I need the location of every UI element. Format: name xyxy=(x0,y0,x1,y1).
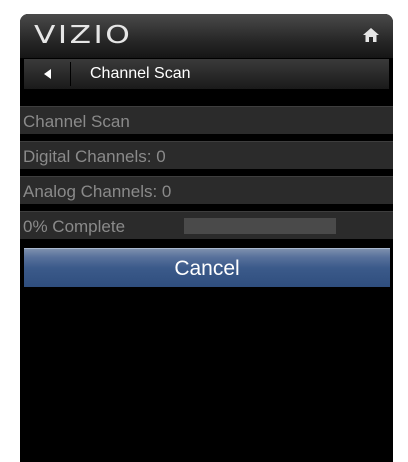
progress-bar xyxy=(184,218,336,234)
analog-channels-label: Analog Channels: 0 xyxy=(23,182,172,201)
breadcrumb-label: Channel Scan xyxy=(90,65,191,82)
header-bar: VIZIO xyxy=(20,14,393,58)
tv-menu-panel: VIZIO Channel Scan Channel Scan Digital … xyxy=(20,14,393,462)
back-button[interactable] xyxy=(24,59,70,89)
vizio-logo: VIZIO xyxy=(34,20,133,49)
cancel-label: Cancel xyxy=(174,257,240,280)
progress-row: 0% Complete xyxy=(20,211,393,239)
digital-channels-label: Digital Channels: 0 xyxy=(23,147,166,166)
breadcrumb: Channel Scan xyxy=(24,59,389,89)
breadcrumb-divider xyxy=(70,62,71,86)
progress-label: 0% Complete xyxy=(23,217,126,236)
back-arrow-icon xyxy=(44,69,51,79)
scan-title: Channel Scan xyxy=(23,112,130,131)
digital-channels-row: Digital Channels: 0 xyxy=(20,141,393,169)
analog-channels-row: Analog Channels: 0 xyxy=(20,176,393,204)
cancel-button[interactable]: Cancel xyxy=(24,248,390,287)
home-icon[interactable] xyxy=(363,28,379,42)
scan-title-row: Channel Scan xyxy=(20,106,393,134)
